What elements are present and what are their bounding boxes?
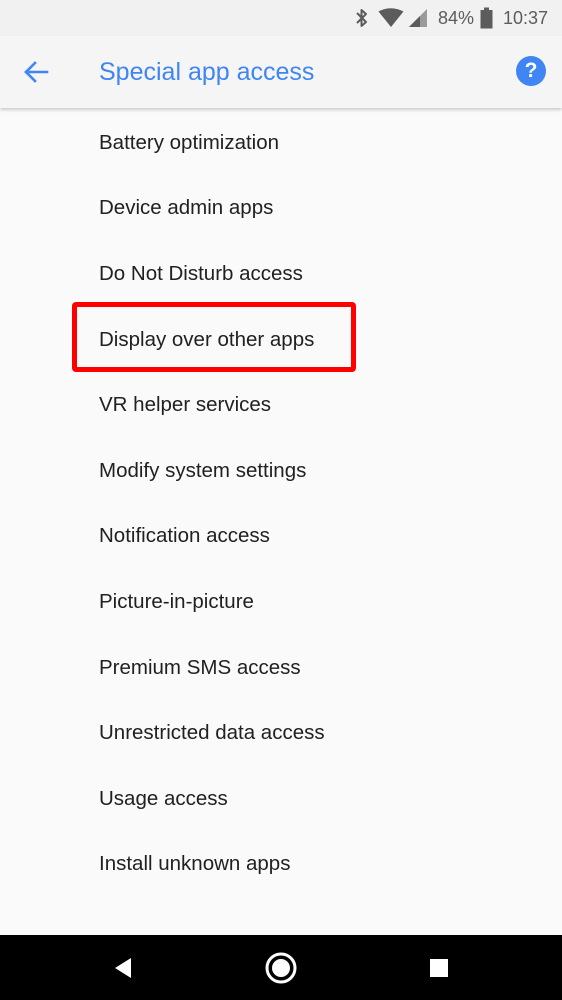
- list-item-notification-access[interactable]: Notification access: [0, 504, 562, 570]
- app-bar: Special app access ?: [0, 36, 562, 108]
- list-item-usage-access[interactable]: Usage access: [0, 766, 562, 832]
- cellular-icon: [408, 0, 428, 36]
- list-item-do-not-disturb-access[interactable]: Do Not Disturb access: [0, 241, 562, 307]
- back-triangle-icon: [113, 957, 133, 979]
- clock: 10:37: [503, 7, 549, 28]
- list-item-modify-system-settings[interactable]: Modify system settings: [0, 438, 562, 504]
- list-item-label: Modify system settings: [99, 458, 307, 482]
- list-item-device-admin-apps[interactable]: Device admin apps: [0, 176, 562, 242]
- nav-back-button[interactable]: [100, 935, 146, 1000]
- nav-recents-button[interactable]: [416, 935, 462, 1000]
- home-circle-icon: [264, 951, 298, 985]
- special-access-list: Battery optimization Device admin apps D…: [0, 110, 562, 897]
- list-item-label: Device admin apps: [99, 196, 274, 220]
- list-item-battery-optimization[interactable]: Battery optimization: [0, 110, 562, 176]
- help-button[interactable]: ?: [516, 56, 546, 86]
- battery-percent: 84%: [438, 7, 475, 28]
- list-item-label: Display over other apps: [99, 327, 315, 351]
- list-item-label: Install unknown apps: [99, 852, 291, 876]
- list-item-unrestricted-data-access[interactable]: Unrestricted data access: [0, 700, 562, 766]
- list-item-premium-sms-access[interactable]: Premium SMS access: [0, 635, 562, 701]
- wifi-icon: [378, 0, 404, 36]
- screen: 84% 10:37 Special app access ? Battery o: [0, 0, 562, 1000]
- battery-icon: [480, 0, 493, 36]
- list-item-label: Battery optimization: [99, 130, 280, 154]
- arrow-left-icon: [23, 61, 49, 83]
- list-item-picture-in-picture[interactable]: Picture-in-picture: [0, 569, 562, 635]
- list-item-display-over-other-apps[interactable]: Display over other apps: [0, 307, 562, 373]
- status-bar: 84% 10:37: [0, 0, 562, 36]
- list-item-label: VR helper services: [99, 393, 272, 417]
- list-item-label: Premium SMS access: [99, 655, 301, 679]
- list-item-install-unknown-apps[interactable]: Install unknown apps: [0, 832, 562, 898]
- bluetooth-icon: [355, 0, 369, 36]
- page-title: Special app access: [99, 58, 315, 86]
- navigation-bar: [0, 935, 562, 1000]
- list-item-label: Notification access: [99, 524, 270, 548]
- nav-home-button[interactable]: [258, 935, 304, 1000]
- back-button[interactable]: [14, 50, 58, 94]
- list-item-label: Unrestricted data access: [99, 721, 325, 745]
- list-item-label: Usage access: [99, 786, 228, 810]
- list-item-label: Picture-in-picture: [99, 589, 254, 613]
- list-item-label: Do Not Disturb access: [99, 261, 303, 285]
- recents-square-icon: [429, 958, 449, 978]
- help-icon: ?: [524, 59, 538, 82]
- list-item-vr-helper-services[interactable]: VR helper services: [0, 372, 562, 438]
